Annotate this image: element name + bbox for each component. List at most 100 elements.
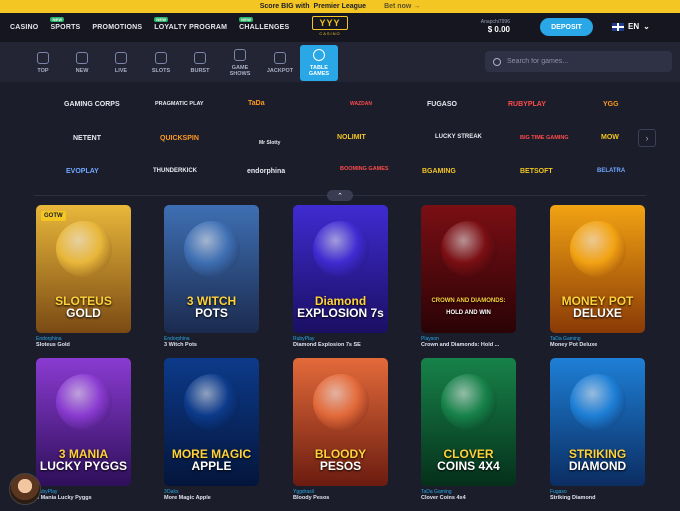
game-title: Diamond EXPLOSION 7s xyxy=(293,295,388,319)
game-caption[interactable]: Endorphina Sloteus Gold xyxy=(36,336,136,348)
game-artwork xyxy=(569,373,626,430)
banner-cta[interactable]: Bet now → xyxy=(384,3,420,10)
provider-logo[interactable]: EVOPLAY xyxy=(66,168,99,175)
game-shows-icon xyxy=(234,49,246,61)
game-caption[interactable]: TaDa Gaming Clover Coins 4x4 xyxy=(421,489,521,501)
game-name: Money Pot Deluxe xyxy=(550,342,598,348)
game-title-line2: LUCKY PYGGS xyxy=(39,459,128,473)
game-title: 3 WITCH POTS xyxy=(164,295,259,319)
game-caption[interactable]: RubyPlay Diamond Explosion 7s SE xyxy=(293,336,393,348)
game-name: 3 Mania Lucky Pyggs xyxy=(36,495,92,501)
game-name: Striking Diamond xyxy=(550,495,596,501)
nav-challenges[interactable]: NEW CHALLENGES xyxy=(239,17,290,31)
search-input[interactable] xyxy=(507,58,657,65)
game-tile[interactable]: BLOODY PESOS xyxy=(293,358,388,486)
burst-icon xyxy=(194,52,206,64)
provider-logo[interactable]: Mr Slotty xyxy=(259,140,280,146)
game-artwork xyxy=(183,220,240,277)
game-caption[interactable]: Fugaso Striking Diamond xyxy=(550,489,650,501)
provider-logo[interactable]: PRAGMATIC PLAY xyxy=(155,101,204,107)
game-tile[interactable]: MONEY POT DELUXE xyxy=(550,205,645,333)
category-jackpot[interactable]: JACKPOT xyxy=(261,45,299,81)
provider-logo[interactable]: GAMING CORPS xyxy=(64,101,120,108)
table-games-icon xyxy=(313,49,325,61)
category-new[interactable]: NEW xyxy=(63,45,101,81)
game-tile[interactable]: 3 MANIA LUCKY PYGGS xyxy=(36,358,131,486)
search-box[interactable] xyxy=(485,51,672,72)
game-name: Bloody Pesos xyxy=(293,495,330,501)
new-badge: NEW xyxy=(154,17,169,22)
provider-logo[interactable]: endorphina xyxy=(247,168,285,175)
provider-logo[interactable]: BETSOFT xyxy=(520,168,553,175)
nav-sports[interactable]: NEW SPORTS xyxy=(50,17,80,31)
language-selector[interactable]: EN ⌄ xyxy=(612,22,650,31)
new-icon xyxy=(76,52,88,64)
provider-logo[interactable]: RUBYPLAY xyxy=(508,101,546,108)
nav-casino-label: CASINO xyxy=(10,24,39,31)
game-caption[interactable]: Endorphina 3 Witch Pots xyxy=(164,336,264,348)
category-live[interactable]: LIVE xyxy=(102,45,140,81)
provider-logo[interactable]: MOW xyxy=(601,134,619,141)
provider-logo[interactable]: TaDa xyxy=(248,100,265,107)
search-icon xyxy=(493,57,501,66)
category-table-games[interactable]: TABLE GAMES xyxy=(300,45,338,81)
game-caption[interactable]: Playson Crown and Diamonds: Hold ... xyxy=(421,336,521,348)
provider-logo[interactable]: NETENT xyxy=(73,135,101,142)
support-avatar[interactable] xyxy=(9,473,41,505)
game-caption[interactable]: Yggdrasil Bloody Pesos xyxy=(293,489,393,501)
game-tile[interactable]: STRIKING DIAMOND xyxy=(550,358,645,486)
account-balance[interactable]: Anapchi7996 $ 0.00 xyxy=(481,19,510,34)
banner-text: Score BIG with xyxy=(259,3,310,10)
collapse-providers-button[interactable]: ⌃ xyxy=(327,190,353,201)
game-tile[interactable]: MORE MAGIC APPLE xyxy=(164,358,259,486)
game-title-line2: APPLE xyxy=(191,459,232,473)
game-tile[interactable]: Diamond EXPLOSION 7s xyxy=(293,205,388,333)
provider-logo[interactable]: BGAMING xyxy=(422,168,456,175)
game-tile[interactable]: GOTW SLOTEUS GOLD xyxy=(36,205,131,333)
game-tile[interactable]: 3 WITCH POTS xyxy=(164,205,259,333)
provider-logo[interactable]: LUCKY STREAK xyxy=(435,134,482,140)
nav-casino[interactable]: CASINO xyxy=(10,24,38,31)
game-title-line2: DELUXE xyxy=(573,306,622,320)
chevron-right-icon: › xyxy=(645,133,649,143)
nav-challenges-label: CHALLENGES xyxy=(239,24,290,31)
provider-logo[interactable]: BOOMING GAMES xyxy=(340,166,389,172)
providers-next-button[interactable]: › xyxy=(638,129,656,147)
jackpot-icon xyxy=(274,52,286,64)
category-slots[interactable]: SLOTS xyxy=(142,45,180,81)
provider-logo[interactable]: YGG xyxy=(603,101,619,108)
game-title: CROWN AND DIAMONDS: HOLD AND WIN xyxy=(421,295,516,319)
game-title-line1: CROWN AND DIAMONDS: xyxy=(431,298,506,304)
game-title-line2: DIAMOND xyxy=(568,459,627,473)
promo-banner[interactable]: Score BIG with Premier League Bet now → xyxy=(0,0,680,13)
casino-logo[interactable]: YYY CASINO xyxy=(312,16,348,38)
game-title-line2: EXPLOSION 7s xyxy=(297,306,384,320)
category-top[interactable]: TOP xyxy=(24,45,62,81)
trend-icon xyxy=(37,52,49,64)
live-icon xyxy=(115,52,127,64)
game-caption[interactable]: 3Oaks More Magic Apple xyxy=(164,489,264,501)
game-caption[interactable]: TaDa Gaming Money Pot Deluxe xyxy=(550,336,650,348)
provider-logo[interactable]: NOLIMIT xyxy=(337,134,366,141)
nav-loyalty[interactable]: NEW LOYALTY PROGRAM xyxy=(154,17,227,31)
balance-amount: $ 0.00 xyxy=(487,25,510,34)
provider-logo[interactable]: FUGASO xyxy=(427,101,457,108)
provider-logo[interactable]: BIG TIME GAMING xyxy=(520,135,569,141)
nav-promotions[interactable]: PROMOTIONS xyxy=(92,24,142,31)
category-burst[interactable]: BURST xyxy=(181,45,219,81)
deposit-button[interactable]: DEPOSIT xyxy=(540,18,593,36)
game-title-line2: HOLD AND WIN xyxy=(446,310,491,316)
game-artwork xyxy=(569,220,626,277)
provider-logo[interactable]: BELATRA xyxy=(597,168,625,174)
category-label: NEW xyxy=(75,68,89,74)
provider-logo[interactable]: QUICKSPIN xyxy=(160,135,199,142)
game-title: STRIKING DIAMOND xyxy=(550,448,645,472)
provider-logo[interactable]: WAZDAN xyxy=(350,101,372,107)
game-tile[interactable]: CLOVER COINS 4X4 xyxy=(421,358,516,486)
provider-logo[interactable]: THUNDERKICK xyxy=(153,168,197,174)
game-title-line2: POTS xyxy=(195,306,228,320)
category-game-shows[interactable]: GAME SHOWS xyxy=(221,45,259,81)
game-tile[interactable]: CROWN AND DIAMONDS: HOLD AND WIN xyxy=(421,205,516,333)
game-caption[interactable]: RubyPlay 3 Mania Lucky Pyggs xyxy=(36,489,136,501)
game-name: 3 Witch Pots xyxy=(164,342,197,348)
